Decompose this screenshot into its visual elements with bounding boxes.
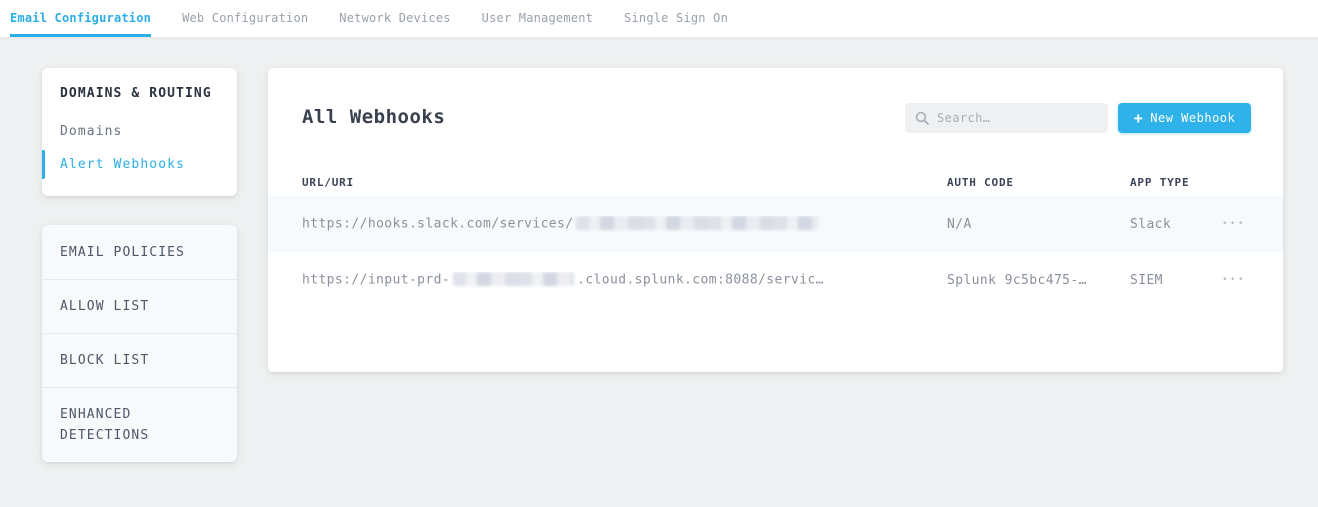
table-row: https://input-prd- .cloud.splunk.com:8088…: [268, 252, 1283, 308]
webhook-url-cell: https://hooks.slack.com/services/: [302, 216, 947, 232]
policy-sections-card: EMAIL POLICIES ALLOW LIST BLOCK LIST ENH…: [42, 225, 237, 462]
ellipsis-icon: •••: [1222, 219, 1246, 229]
new-webhook-button[interactable]: + New Webhook: [1118, 103, 1251, 133]
tab-email-configuration[interactable]: Email Configuration: [10, 0, 151, 37]
search-icon: [915, 111, 929, 125]
webhook-search-box[interactable]: [905, 103, 1108, 133]
app-type-cell: SIEM: [1130, 273, 1205, 288]
webhooks-panel-header: All Webhooks + New Webhook: [268, 68, 1283, 168]
ellipsis-icon: •••: [1222, 275, 1246, 285]
page-title: All Webhooks: [302, 106, 445, 128]
domains-routing-card: DOMAINS & ROUTING Domains Alert Webhooks: [42, 68, 237, 196]
row-actions-menu-button[interactable]: •••: [1220, 214, 1248, 235]
sidebar-item-alert-webhooks[interactable]: Alert Webhooks: [42, 148, 237, 181]
column-header-url: URL/URI: [302, 176, 947, 189]
tab-single-sign-on[interactable]: Single Sign On: [624, 0, 728, 37]
tab-user-management[interactable]: User Management: [482, 0, 593, 37]
column-header-auth-code: AUTH CODE: [947, 176, 1130, 189]
webhooks-panel: All Webhooks + New Webhook URL/URI AUTH …: [268, 68, 1283, 372]
row-actions-menu-button[interactable]: •••: [1220, 270, 1248, 291]
url-suffix: .cloud.splunk.com:8088/servic…: [577, 273, 824, 288]
plus-icon: +: [1134, 111, 1144, 126]
redacted-url-segment: [576, 216, 819, 230]
table-header-row: URL/URI AUTH CODE APP TYPE: [268, 168, 1283, 196]
tab-web-configuration[interactable]: Web Configuration: [182, 0, 308, 37]
url-prefix: https://hooks.slack.com/services/: [302, 217, 573, 232]
active-indicator-bar: [42, 150, 45, 179]
column-header-app-type: APP TYPE: [1130, 176, 1205, 189]
url-prefix: https://input-prd-: [302, 273, 450, 288]
sidebar-item-allow-list[interactable]: ALLOW LIST: [42, 279, 237, 333]
sidebar-item-domains[interactable]: Domains: [42, 115, 237, 148]
top-navigation: Email Configuration Web Configuration Ne…: [0, 0, 1318, 38]
table-row: https://hooks.slack.com/services/ N/A Sl…: [268, 196, 1283, 252]
redacted-url-segment: [453, 272, 574, 286]
auth-code-cell: Splunk 9c5bc475-…: [947, 273, 1130, 288]
sidebar-item-block-list[interactable]: BLOCK LIST: [42, 333, 237, 387]
domains-routing-heading: DOMAINS & ROUTING: [42, 86, 237, 101]
sidebar-item-enhanced-detections[interactable]: ENHANCED DETECTIONS: [42, 387, 237, 462]
auth-code-cell: N/A: [947, 217, 1130, 232]
tab-network-devices[interactable]: Network Devices: [339, 0, 450, 37]
sidebar-item-label: Alert Webhooks: [60, 157, 185, 172]
search-input[interactable]: [937, 111, 1098, 125]
new-webhook-button-label: New Webhook: [1150, 111, 1235, 125]
app-type-cell: Slack: [1130, 217, 1205, 232]
sidebar-item-email-policies[interactable]: EMAIL POLICIES: [42, 225, 237, 279]
webhook-url-cell: https://input-prd- .cloud.splunk.com:8088…: [302, 272, 947, 288]
